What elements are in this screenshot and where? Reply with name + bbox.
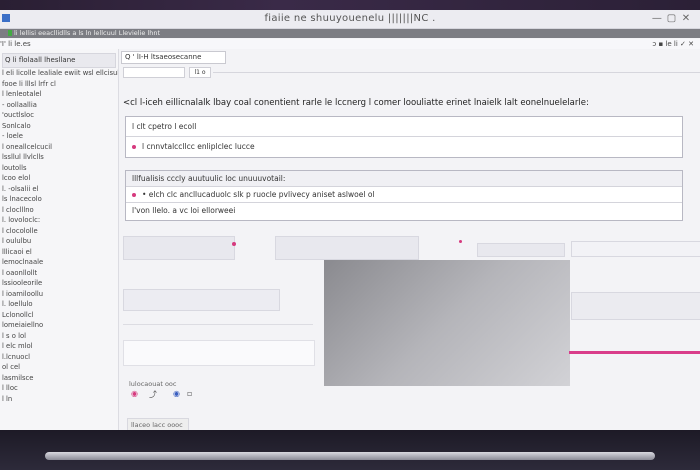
info-box-2: lllfualisis cccly auutuulic loc unuuuvot… (125, 170, 683, 221)
minimize-icon[interactable]: — (651, 13, 663, 24)
form-field-7[interactable] (123, 340, 315, 366)
sidebar-item[interactable]: l cloclllno (0, 205, 118, 216)
bullet-icon (132, 193, 136, 197)
footer-button-label: llaceo lacc oooc (131, 421, 183, 429)
sidebar-item[interactable]: Sonlcalo (0, 121, 118, 132)
sidebar-search[interactable]: Q li flolaall lhesllane (2, 53, 116, 68)
window-controls: — ▢ ✕ (651, 13, 692, 24)
target-icon[interactable]: ◉ (173, 389, 180, 398)
screen: fiaiie ne shuuyouenelu |||||||NC . — ▢ ✕… (0, 10, 700, 430)
divider (123, 324, 313, 325)
title-bar: fiaiie ne shuuyouenelu |||||||NC . — ▢ ✕ (0, 10, 700, 29)
monitor-stand-bar (45, 452, 655, 460)
link-icon[interactable]: ⤴ (149, 389, 157, 400)
sidebar-item[interactable]: - loele (0, 131, 118, 142)
info-box-1-row-2-text: l cnnvtalccllcc enliplclec lucce (142, 142, 255, 151)
sidebar-item[interactable]: lssiooleorile (0, 278, 118, 289)
sidebar-item[interactable]: l lenleotalel (0, 89, 118, 100)
sidebar-item[interactable]: lllicaoi el (0, 247, 118, 258)
page-heading: <cl l‑iceh eillicnalalk lbay coal conent… (123, 98, 589, 108)
accent-line (569, 351, 700, 354)
info-box-1-row-2[interactable]: l cnnvtalccllcc enliplclec lucce (126, 137, 682, 157)
sidebar-item[interactable]: l oaonllollt (0, 268, 118, 279)
sidebar-item[interactable]: l. lovoloclc: (0, 215, 118, 226)
sidebar-item[interactable]: lemoclnaale (0, 257, 118, 268)
sidebar-item[interactable]: ls lnacecolo (0, 194, 118, 205)
toolbar-divider (213, 72, 700, 73)
sidebar-item[interactable]: ol cel (0, 362, 118, 373)
tab-bar: li lellisi eeacllidlls a ls ln lellcuul … (0, 29, 700, 38)
sidebar-item[interactable]: l oululbu (0, 236, 118, 247)
bullet-icon (132, 145, 136, 149)
info-box-2-row-1-text: • elch clc ancllucaduolc slk p ruocle pv… (142, 190, 375, 199)
form-field-4[interactable] (571, 241, 700, 257)
info-box-2-row-2-text: l'von llelo. a vc loi ellorweei (132, 206, 236, 215)
sidebar-item[interactable]: l. -olsalii el (0, 184, 118, 195)
record-icon[interactable]: ◉ (131, 389, 138, 398)
sidebar-item[interactable]: lomeiaiellno (0, 320, 118, 331)
info-box-1-row-1[interactable]: l clt cpetro l ecoll (126, 117, 682, 137)
sidebar-item[interactable]: l. loellulo (0, 299, 118, 310)
form-field-2[interactable] (275, 236, 419, 260)
monitor-bezel-top (0, 0, 700, 10)
sidebar-item[interactable]: - oollaallia (0, 100, 118, 111)
window-title: fiaiie ne shuuyouenelu |||||||NC . (264, 13, 436, 24)
sidebar-list: l eli licolle lealiale ewiit wsl ellcisu… (0, 68, 118, 404)
square-icon[interactable]: ▫ (187, 389, 192, 398)
sidebar-item[interactable]: l eli licolle lealiale ewiit wsl ellcisu… (0, 68, 118, 79)
zoom-field[interactable]: l1 o (189, 67, 211, 78)
bottom-caption: lulocaouat ooc (129, 380, 177, 388)
field-marker-icon (232, 242, 236, 246)
sidebar-item[interactable]: Lclonollcl (0, 310, 118, 321)
sidebar-item[interactable]: l.lcnuocl (0, 352, 118, 363)
tab-text[interactable]: li lellisi eeacllidlls a ls ln lellcuul … (14, 29, 160, 37)
tab-status-icon (8, 30, 12, 36)
sidebar-item[interactable]: l ln (0, 394, 118, 405)
sidebar-item[interactable]: lcoo elol (0, 173, 118, 184)
sidebar-item[interactable]: l ioamiloollu (0, 289, 118, 300)
preview-image (324, 260, 570, 386)
menu-left[interactable]: 'I' li le.es (0, 40, 31, 48)
maximize-icon[interactable]: ▢ (665, 13, 677, 24)
sidebar-item[interactable]: l oneallcelcucil (0, 142, 118, 153)
sidebar-item[interactable]: 'ouctlsloc (0, 110, 118, 121)
info-box-2-row-1[interactable]: • elch clc ancllucaduolc slk p ruocle pv… (126, 187, 682, 203)
sidebar-item[interactable]: lssllul llvlclls (0, 152, 118, 163)
toolbar-input[interactable] (123, 67, 185, 78)
sidebar-item[interactable]: lasmilsce (0, 373, 118, 384)
sidebar-item[interactable]: loutolls (0, 163, 118, 174)
menu-bar: 'I' li le.es ɔ ▪ le li ✓ ✕ (0, 39, 700, 49)
sidebar-item[interactable]: l lloc (0, 383, 118, 394)
info-box-2-row-2[interactable]: l'von llelo. a vc loi ellorweei (126, 203, 682, 219)
sidebar-item[interactable]: fooe li lllsl lrfr cl (0, 79, 118, 90)
footer-button[interactable]: llaceo lacc oooc (127, 418, 189, 430)
form-field-6[interactable] (571, 292, 700, 320)
menu-right-icons[interactable]: ɔ ▪ le li ✓ ✕ (652, 40, 694, 48)
info-box-1: l clt cpetro l ecoll l cnnvtalccllcc enl… (125, 116, 683, 158)
sidebar: Q li flolaall lhesllane l eli licolle le… (0, 49, 119, 430)
form-field-1[interactable] (123, 236, 235, 260)
form-field-3[interactable] (477, 243, 565, 257)
sidebar-item[interactable]: l s o lol (0, 331, 118, 342)
monitor-bezel-bottom (0, 430, 700, 470)
field-marker-icon (459, 240, 462, 243)
form-field-5[interactable] (123, 289, 280, 311)
search-chip[interactable]: Q ' lI-H ltsaeosecanne (121, 51, 226, 64)
sidebar-item[interactable]: l clocololle (0, 226, 118, 237)
close-icon[interactable]: ✕ (680, 13, 692, 24)
info-box-2-header: lllfualisis cccly auutuulic loc unuuuvot… (126, 171, 682, 187)
sidebar-item[interactable]: l elc mlol (0, 341, 118, 352)
info-box-1-row-1-text: l clt cpetro l ecoll (132, 122, 197, 131)
info-box-2-header-text: lllfualisis cccly auutuulic loc unuuuvot… (132, 174, 286, 183)
